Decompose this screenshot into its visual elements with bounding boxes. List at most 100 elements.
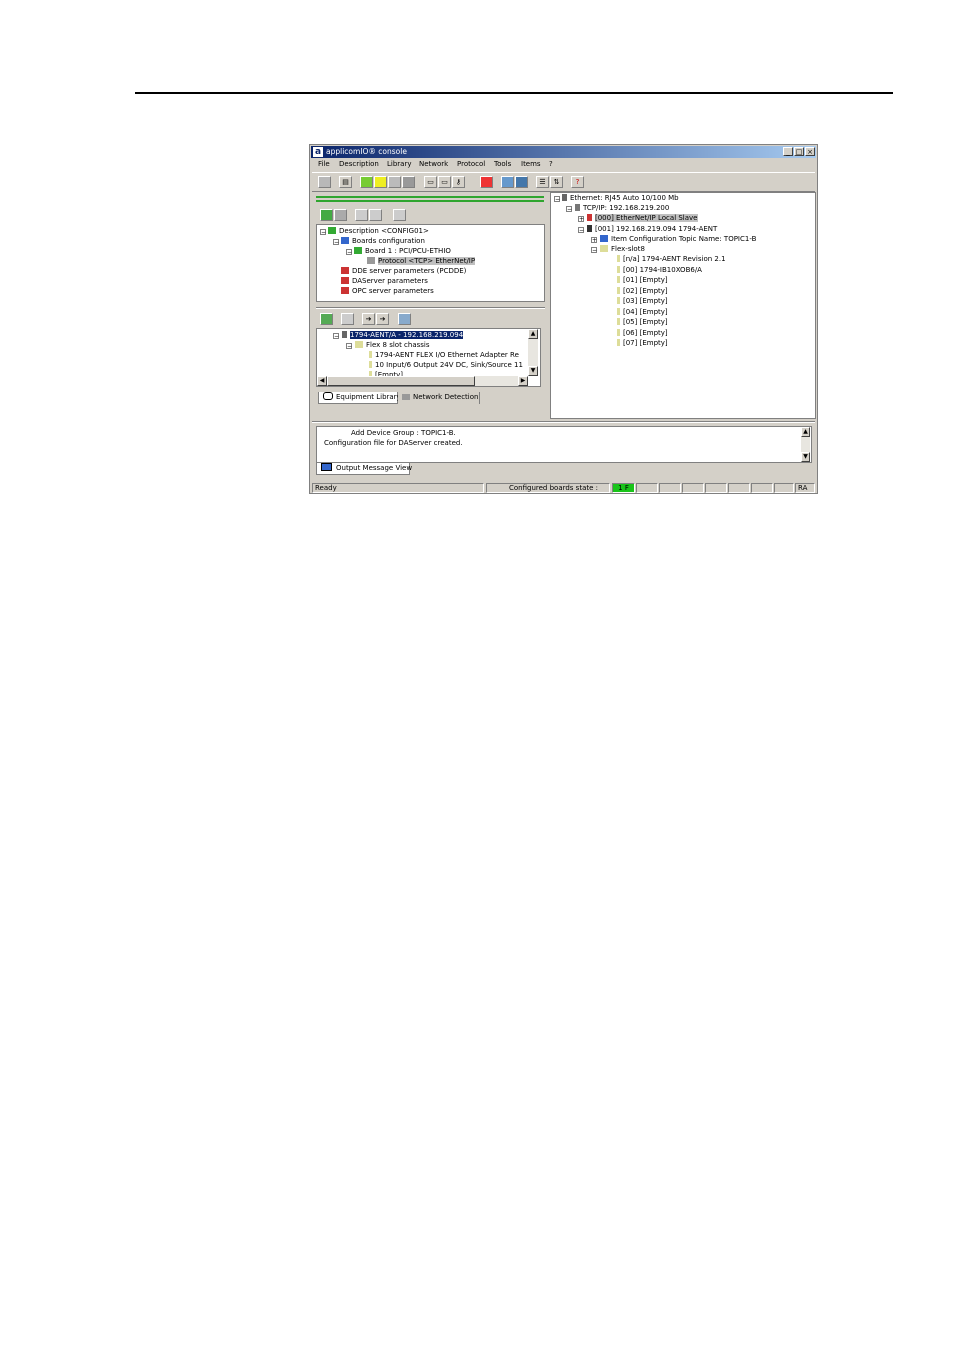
equipment-node-io[interactable]: 10 Input/6 Output 24V DC, Sink/Source 11 xyxy=(369,361,523,370)
splitter[interactable] xyxy=(316,307,545,309)
scroll-up-icon[interactable]: ▲ xyxy=(801,427,810,437)
menu-library[interactable]: Library xyxy=(387,160,411,168)
menu-network[interactable]: Network xyxy=(419,160,448,168)
sort-icon[interactable]: ⇅ xyxy=(550,176,563,188)
paste-icon[interactable] xyxy=(369,209,382,221)
equipment-node-aent[interactable]: 1794-AENT/A - 192.168.219.094 xyxy=(342,331,464,340)
copy-icon[interactable] xyxy=(355,209,368,221)
print-icon[interactable]: ▤ xyxy=(339,176,352,188)
move-right-icon[interactable]: ➔ xyxy=(362,313,375,325)
tree-node-description[interactable]: Description <CONFIG01> xyxy=(328,227,429,236)
network-node-slot[interactable]: [06] [Empty] xyxy=(617,329,668,338)
help-icon[interactable]: ? xyxy=(571,176,584,188)
expand-icon[interactable]: + xyxy=(578,216,584,223)
network-node-device[interactable]: [001] 192.168.219.094 1794-AENT xyxy=(587,225,717,234)
network-node-ethernet[interactable]: Ethernet: RJ45 Auto 10/100 Mb xyxy=(562,194,679,203)
board-icon xyxy=(354,247,362,254)
status-bar: Ready Configured boards state : 1 F RA xyxy=(312,483,815,493)
network-node-slot[interactable]: [04] [Empty] xyxy=(617,308,668,317)
tree-node-opc[interactable]: OPC server parameters xyxy=(341,287,434,296)
equipment-vertical-scrollbar[interactable]: ▲ ▼ xyxy=(528,329,538,376)
add-board-icon[interactable] xyxy=(320,209,333,221)
collapse-icon[interactable]: − xyxy=(554,196,560,203)
collapse-icon[interactable]: − xyxy=(333,239,339,246)
collapse-icon[interactable]: − xyxy=(346,343,352,350)
equipment-node-adapter[interactable]: 1794-AENT FLEX I/O Ethernet Adapter Re xyxy=(369,351,519,360)
menu-protocol[interactable]: Protocol xyxy=(457,160,485,168)
move-down-icon[interactable]: ➔ xyxy=(376,313,389,325)
equipment-node-chassis[interactable]: Flex 8 slot chassis xyxy=(355,341,430,350)
tree-node-protocol[interactable]: Protocol <TCP> EtherNet/IP xyxy=(367,257,476,266)
output-line: Configuration file for DAServer created. xyxy=(324,439,463,447)
equipment-properties-icon[interactable] xyxy=(341,313,354,325)
menu-tools[interactable]: Tools xyxy=(494,160,511,168)
save-icon[interactable] xyxy=(318,176,331,188)
maximize-button[interactable]: □ xyxy=(794,147,804,156)
close-button[interactable]: × xyxy=(805,147,815,156)
network-node-slot[interactable]: [03] [Empty] xyxy=(617,297,668,306)
export-icon[interactable] xyxy=(515,176,528,188)
collapse-icon[interactable]: − xyxy=(566,206,572,213)
network-node-local-slave[interactable]: [000] EtherNet/IP Local Slave xyxy=(587,214,698,223)
green-separator-icon xyxy=(316,196,544,198)
network-node-slot[interactable]: [n/a] 1794-AENT Revision 2.1 xyxy=(617,255,726,264)
network-node-tcpip[interactable]: TCP/IP: 192.168.219.200 xyxy=(575,204,669,213)
connect-icon[interactable] xyxy=(388,176,401,188)
expand-icon[interactable]: + xyxy=(591,237,597,244)
scroll-up-icon[interactable]: ▲ xyxy=(528,329,538,339)
tree-node-daserver[interactable]: DAServer parameters xyxy=(341,277,428,286)
output-message-view: Add Device Group : TOPIC1-B. Configurati… xyxy=(316,426,812,463)
key-icon[interactable]: ⚷ xyxy=(452,176,465,188)
slot-icon xyxy=(617,329,620,336)
minimize-button[interactable]: _ xyxy=(783,147,793,156)
remove-board-icon[interactable] xyxy=(334,209,347,221)
menu-bar: File Description Library Network Protoco… xyxy=(312,159,815,170)
network-node-slot[interactable]: [05] [Empty] xyxy=(617,318,668,327)
stop-icon[interactable] xyxy=(480,176,493,188)
tree-node-board1[interactable]: Board 1 : PCI/PCU-ETHIO xyxy=(354,247,451,256)
network-node-item-config[interactable]: Item Configuration Topic Name: TOPIC1-B xyxy=(600,235,756,244)
download-icon[interactable] xyxy=(360,176,373,188)
board-state-slot xyxy=(705,483,727,493)
menu-description[interactable]: Description xyxy=(339,160,379,168)
tab-equipment-library[interactable]: Equipment Library xyxy=(318,392,401,404)
slot-icon xyxy=(617,266,620,273)
collapse-icon[interactable]: − xyxy=(333,333,339,340)
scroll-down-icon[interactable]: ▼ xyxy=(801,452,810,462)
add-equipment-icon[interactable] xyxy=(320,313,333,325)
view-right-icon[interactable]: ▭ xyxy=(438,176,451,188)
slot-icon xyxy=(617,297,620,304)
menu-help[interactable]: ? xyxy=(549,160,553,168)
upload-icon[interactable] xyxy=(374,176,387,188)
collapse-icon[interactable]: − xyxy=(320,229,326,236)
import-icon[interactable] xyxy=(501,176,514,188)
menu-file[interactable]: File xyxy=(318,160,330,168)
network-node-slot[interactable]: [00] 1794-IB10XOB6/A xyxy=(617,266,702,275)
equipment-horizontal-scrollbar[interactable]: ◀ ▶ xyxy=(317,376,528,386)
item-config-icon xyxy=(600,235,608,242)
network-node-slot[interactable]: [02] [Empty] xyxy=(617,287,668,296)
list-icon[interactable]: ☰ xyxy=(536,176,549,188)
scroll-right-icon[interactable]: ▶ xyxy=(518,376,528,386)
properties-icon[interactable] xyxy=(393,209,406,221)
tab-network-detection[interactable]: Network Detection xyxy=(398,392,480,404)
diagnostic-icon[interactable] xyxy=(402,176,415,188)
scroll-down-icon[interactable]: ▼ xyxy=(528,366,538,376)
collapse-icon[interactable]: − xyxy=(346,249,352,256)
tab-output-message-view[interactable]: Output Message View xyxy=(316,463,412,475)
app-logo-icon: a xyxy=(313,147,323,157)
output-scrollbar[interactable]: ▲ ▼ xyxy=(801,427,810,462)
tree-node-dde[interactable]: DDE server parameters (PCDDE) xyxy=(341,267,466,276)
network-node-slot[interactable]: [07] [Empty] xyxy=(617,339,668,348)
scroll-left-icon[interactable]: ◀ xyxy=(317,376,327,386)
view-left-icon[interactable]: ▭ xyxy=(424,176,437,188)
horizontal-splitter[interactable] xyxy=(312,421,815,423)
scroll-thumb[interactable] xyxy=(327,376,475,386)
menu-items[interactable]: Items xyxy=(521,160,541,168)
network-node-flex-slot8[interactable]: Flex-slot8 xyxy=(600,245,645,254)
tree-node-boards[interactable]: Boards configuration xyxy=(341,237,425,246)
collapse-icon[interactable]: − xyxy=(578,227,584,234)
scan-network-icon[interactable] xyxy=(398,313,411,325)
network-node-slot[interactable]: [01] [Empty] xyxy=(617,276,668,285)
collapse-icon[interactable]: − xyxy=(591,247,597,254)
